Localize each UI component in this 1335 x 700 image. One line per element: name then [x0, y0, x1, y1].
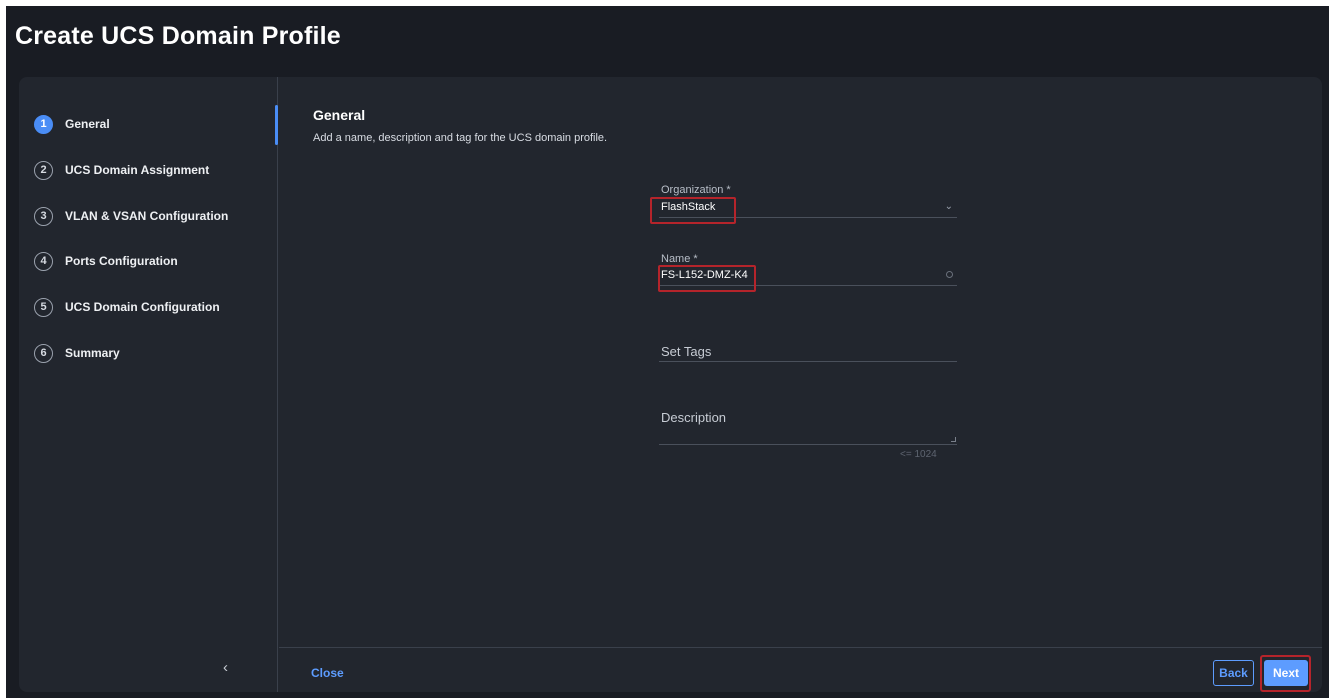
section-title: General — [313, 107, 366, 123]
step-ucs-domain-assignment[interactable]: 2 UCS Domain Assignment — [34, 158, 209, 182]
step-number: 6 — [34, 343, 53, 363]
chevron-down-icon: ⌄ — [944, 201, 953, 212]
step-number: 1 — [34, 114, 53, 134]
set-tags-label: Set Tags — [661, 344, 712, 359]
collapse-sidebar-icon[interactable]: ‹ — [223, 659, 228, 676]
step-ucs-domain-configuration[interactable]: 5 UCS Domain Configuration — [34, 295, 220, 319]
step-label: VLAN & VSAN Configuration — [65, 209, 229, 223]
name-label: Name * — [661, 253, 698, 265]
char-count: <= 1024 — [900, 449, 937, 460]
next-highlight — [1260, 655, 1311, 692]
step-label: Summary — [65, 346, 120, 360]
back-button[interactable]: Back — [1213, 660, 1254, 686]
step-label: UCS Domain Configuration — [65, 300, 220, 314]
section-description: Add a name, description and tag for the … — [313, 132, 608, 144]
step-vlan-vsan-configuration[interactable]: 3 VLAN & VSAN Configuration — [34, 204, 228, 228]
step-label: UCS Domain Assignment — [65, 163, 210, 177]
wizard-footer: Close Back Next — [279, 647, 1322, 692]
wizard-panel: 1 General 2 UCS Domain Assignment 3 VLAN… — [19, 77, 1322, 692]
page-title: Create UCS Domain Profile — [15, 22, 341, 50]
step-summary[interactable]: 6 Summary — [34, 341, 120, 365]
step-number: 3 — [34, 206, 53, 226]
set-tags-input[interactable]: Set Tags — [659, 340, 957, 362]
app-window: Create UCS Domain Profile 1 General 2 UC… — [6, 6, 1329, 698]
description-textarea[interactable]: Description — [659, 407, 957, 445]
step-number: 5 — [34, 297, 53, 317]
close-button[interactable]: Close — [311, 666, 344, 680]
step-number: 4 — [34, 251, 53, 271]
wizard-steps-sidebar: 1 General 2 UCS Domain Assignment 3 VLAN… — [19, 77, 278, 692]
general-form: General Add a name, description and tag … — [279, 77, 1322, 647]
info-icon — [946, 271, 953, 278]
organization-label: Organization * — [661, 184, 731, 196]
step-ports-configuration[interactable]: 4 Ports Configuration — [34, 249, 178, 273]
step-number: 2 — [34, 160, 53, 180]
active-step-indicator — [275, 105, 278, 145]
description-label: Description — [661, 410, 727, 425]
resize-handle-icon[interactable] — [951, 437, 956, 442]
organization-highlight — [650, 197, 736, 224]
step-general[interactable]: 1 General — [34, 112, 110, 136]
step-label: Ports Configuration — [65, 254, 178, 268]
step-label: General — [65, 117, 110, 131]
name-highlight — [658, 265, 756, 292]
